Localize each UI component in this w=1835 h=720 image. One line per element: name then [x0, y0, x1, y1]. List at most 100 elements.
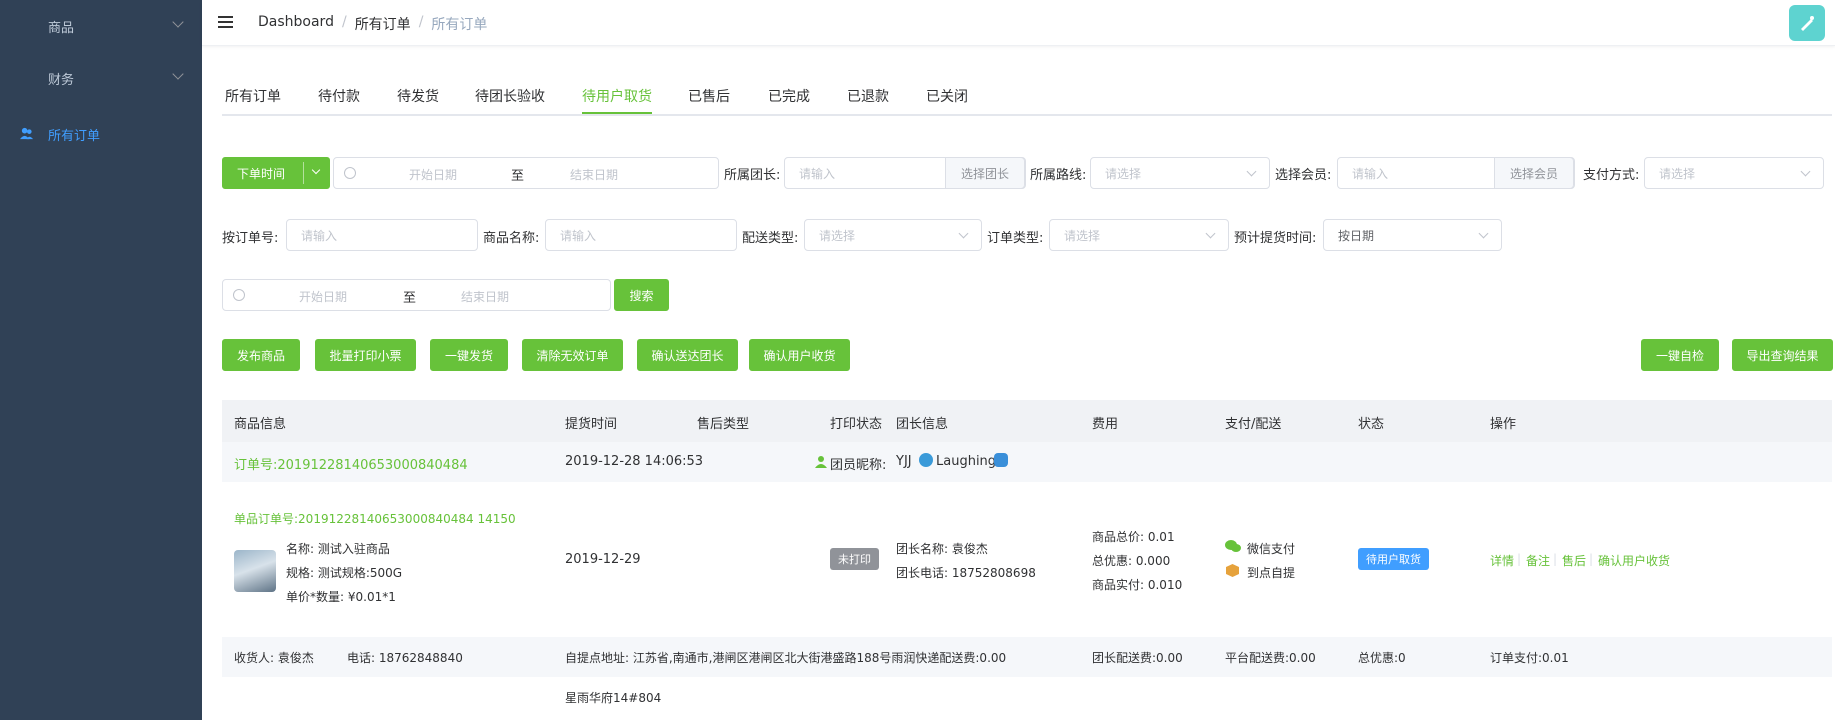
- status-badge: 待用户取货: [1358, 548, 1429, 570]
- pay-method-select[interactable]: 请选择: [1644, 157, 1824, 189]
- platform-delivery-fee: 平台配送费:0.00: [1225, 651, 1316, 665]
- nickname-label: 团员昵称:: [830, 458, 887, 473]
- order-number: 订单号:20191228140653000840484: [234, 458, 468, 473]
- print-status-badge: 未打印: [830, 548, 879, 570]
- pickup-address: 自提点地址: 江苏省,南通市,港闸区港闸区北大街港盛路188号雨润快递配送费:0…: [565, 651, 1007, 665]
- chevron-down-icon: [172, 68, 184, 80]
- tab-pending-user-pickup[interactable]: 待用户取货: [582, 86, 652, 106]
- pay-method: 微信支付: [1247, 542, 1296, 556]
- start-date-placeholder: 开始日期: [409, 168, 458, 182]
- confirm-delivered-leader-button[interactable]: 确认送达团长: [637, 339, 738, 371]
- main-content: Dashboard / 所有订单 / 所有订单 所有订单 待付款 待发货 待团长…: [202, 0, 1835, 720]
- goods-name-input[interactable]: 请输入: [545, 219, 737, 251]
- breadcrumb-orders[interactable]: 所有订单: [355, 14, 411, 34]
- one-click-check-button[interactable]: 一键自检: [1641, 339, 1719, 371]
- pickup-date-range[interactable]: 开始日期 至 结束日期: [222, 279, 611, 311]
- chevron-down-icon: [1800, 166, 1811, 177]
- sidebar-item-all-orders[interactable]: 所有订单: [0, 108, 202, 160]
- chevron-down-icon: [311, 165, 321, 175]
- search-button[interactable]: 搜索: [614, 279, 669, 311]
- sidebar-item-label: 商品: [48, 20, 75, 36]
- order-no-input[interactable]: 请输入: [286, 219, 478, 251]
- th-pickup-time: 提货时间: [565, 417, 618, 432]
- export-results-button[interactable]: 导出查询结果: [1732, 339, 1833, 371]
- order-time-label: 下单时间: [237, 166, 286, 181]
- wechat-icon: [1225, 540, 1241, 552]
- nickname-name: Laughing: [936, 454, 997, 469]
- range-separator: 至: [511, 169, 525, 184]
- one-click-ship-button[interactable]: 一键发货: [430, 339, 508, 371]
- leader-placeholder: 请输入: [799, 166, 836, 181]
- th-goods-info: 商品信息: [234, 417, 287, 432]
- goods-spec: 规格: 测试规格:500G: [286, 566, 403, 580]
- globe-emoji-icon: [919, 453, 933, 467]
- order-type-placeholder: 请选择: [1064, 228, 1101, 243]
- end-date-placeholder: 结束日期: [570, 168, 619, 182]
- route-select[interactable]: 请选择: [1090, 157, 1270, 189]
- breadcrumb-current: 所有订单: [431, 17, 488, 33]
- sidebar-item-label: 财务: [48, 72, 75, 88]
- leader-delivery-fee: 团长配送费:0.00: [1092, 651, 1183, 665]
- confirm-user-received-button[interactable]: 确认用户收货: [749, 339, 850, 371]
- select-member-button[interactable]: 选择会员: [1494, 157, 1574, 189]
- clear-invalid-orders-button[interactable]: 清除无效订单: [522, 339, 623, 371]
- leader-phone: 团长电话: 18752808698: [896, 566, 1036, 580]
- tab-pending-payment[interactable]: 待付款: [318, 86, 360, 106]
- remark-link[interactable]: 备注: [1526, 552, 1550, 569]
- publish-goods-button[interactable]: 发布商品: [222, 339, 300, 371]
- tab-active-indicator: [582, 112, 652, 114]
- breadcrumb-dashboard[interactable]: Dashboard: [258, 14, 334, 34]
- sidebar: 商品 财务 所有订单: [0, 0, 202, 720]
- route-placeholder: 请选择: [1105, 166, 1142, 181]
- th-status: 状态: [1358, 417, 1385, 432]
- pickup-time-label: 预计提货时间:: [1234, 231, 1317, 246]
- pen-icon: [1801, 16, 1814, 31]
- tab-after-sale[interactable]: 已售后: [688, 86, 730, 106]
- tab-pending-leader-check[interactable]: 待团长验收: [475, 86, 545, 106]
- leader-name: 团长名称: 袁俊杰: [896, 542, 988, 556]
- total-discount: 总优惠:0: [1358, 651, 1406, 665]
- sub-order-number: 单品订单号:20191228140653000840484 14150: [234, 512, 516, 526]
- pickup-time-value: 按日期: [1338, 228, 1375, 243]
- tab-refunded[interactable]: 已退款: [847, 86, 889, 106]
- order-time-dropdown[interactable]: 下单时间: [222, 157, 330, 189]
- emoji-icon: [994, 453, 1008, 467]
- after-sale-link[interactable]: 售后: [1562, 552, 1586, 569]
- order-type-label: 订单类型:: [987, 231, 1044, 246]
- member-input[interactable]: 请输入 选择会员: [1337, 157, 1575, 189]
- table-row-address-cont: 星雨华府14#804: [222, 677, 1832, 717]
- delivery-method: 到点自提: [1247, 566, 1296, 580]
- discount: 总优惠: 0.000: [1092, 554, 1171, 568]
- batch-print-button[interactable]: 批量打印小票: [315, 339, 416, 371]
- delivery-type-select[interactable]: 请选择: [804, 219, 982, 251]
- tab-pending-shipment[interactable]: 待发货: [397, 86, 439, 106]
- detail-link[interactable]: 详情: [1490, 552, 1514, 569]
- tab-all-orders[interactable]: 所有订单: [225, 86, 281, 106]
- confirm-received-link[interactable]: 确认用户收货: [1598, 552, 1670, 569]
- tab-closed[interactable]: 已关闭: [926, 86, 968, 106]
- clock-icon: [344, 167, 356, 179]
- navbar: Dashboard / 所有订单 / 所有订单: [202, 0, 1835, 46]
- chevron-down-icon: [1246, 166, 1257, 177]
- chevron-down-icon: [1205, 228, 1216, 239]
- member-label: 选择会员:: [1275, 168, 1332, 183]
- order-date-range[interactable]: 开始日期 至 结束日期: [333, 157, 719, 189]
- delivery-type-label: 配送类型:: [742, 231, 799, 246]
- order-no-label: 按订单号:: [222, 231, 279, 246]
- select-leader-button[interactable]: 选择团长: [945, 157, 1025, 189]
- sidebar-item-finance[interactable]: 财务: [0, 52, 202, 104]
- table-header: 商品信息 提货时间 售后类型 打印状态 团长信息 费用 支付/配送 状态 操作: [222, 400, 1832, 442]
- goods-total: 商品总价: 0.01: [1092, 530, 1175, 544]
- table-row-order: 订单号:20191228140653000840484 2019-12-28 1…: [222, 442, 1832, 482]
- order-type-select[interactable]: 请选择: [1049, 219, 1229, 251]
- sidebar-item-goods[interactable]: 商品: [0, 0, 202, 52]
- member-placeholder: 请输入: [1352, 166, 1389, 181]
- leader-input[interactable]: 请输入 选择团长: [784, 157, 1026, 189]
- tab-completed[interactable]: 已完成: [768, 86, 810, 106]
- end-date-placeholder: 结束日期: [461, 290, 510, 304]
- goods-thumbnail: [234, 550, 276, 592]
- avatar[interactable]: [1789, 5, 1825, 41]
- hamburger-icon[interactable]: [218, 16, 233, 28]
- breadcrumb: Dashboard / 所有订单 / 所有订单: [258, 14, 488, 34]
- pickup-time-select[interactable]: 按日期: [1323, 219, 1502, 251]
